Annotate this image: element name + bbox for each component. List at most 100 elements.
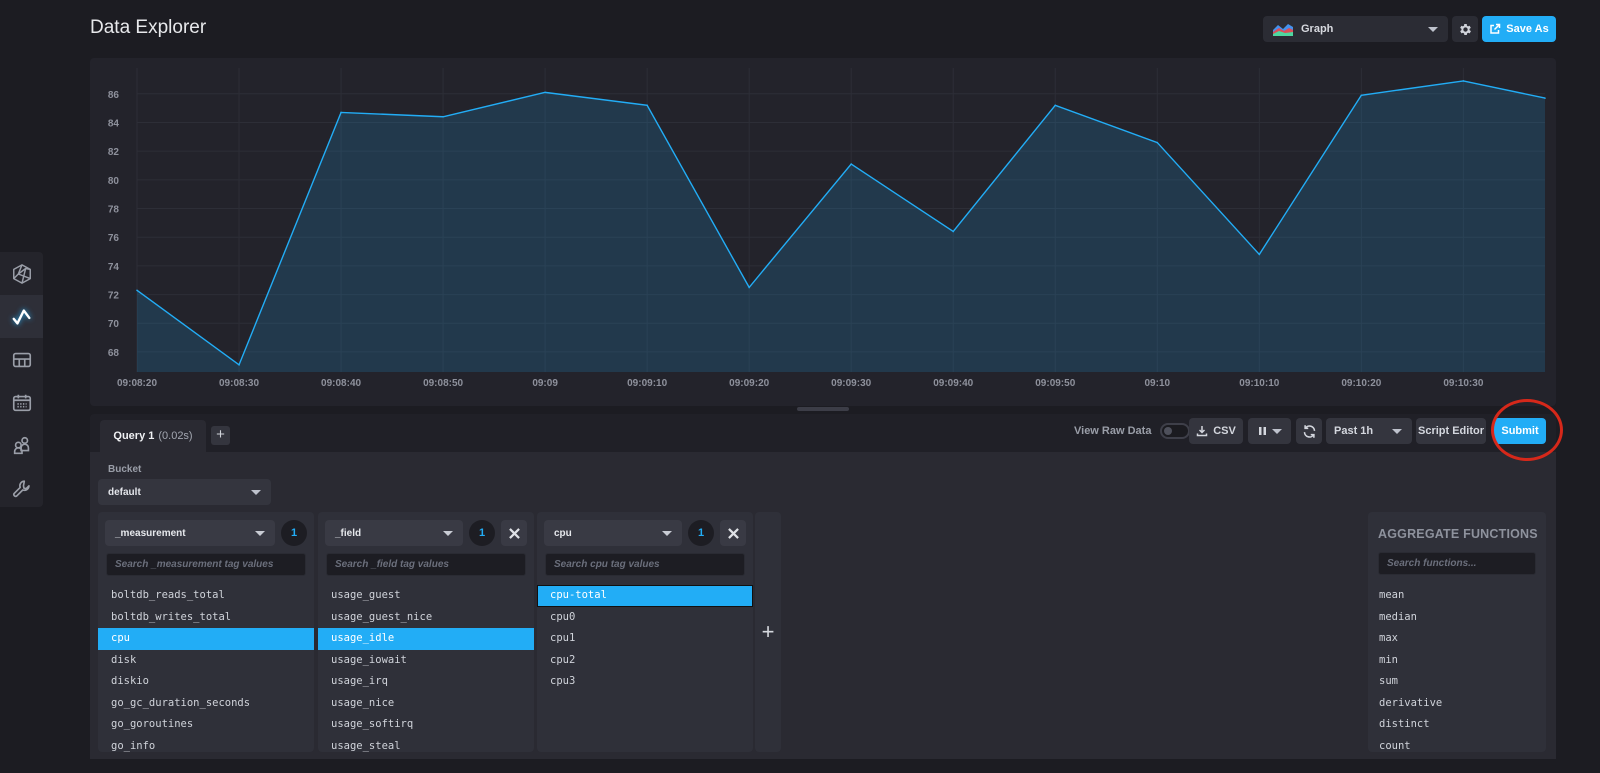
- bucket-dropdown[interactable]: default: [98, 479, 271, 505]
- tag-value-item[interactable]: cpu2: [537, 650, 753, 672]
- calendar-icon: [12, 394, 31, 411]
- tag-value-item[interactable]: cpu0: [537, 607, 753, 629]
- x-tick-label: 09:08:20: [117, 378, 157, 389]
- settings-gear-button[interactable]: [1452, 16, 1478, 42]
- chevron-down-icon: [1392, 428, 1402, 434]
- refresh-button[interactable]: [1296, 418, 1322, 444]
- tag-value-item[interactable]: usage_softirq: [318, 714, 534, 736]
- nav-item-dashboards[interactable]: [0, 338, 43, 381]
- tag-value-item[interactable]: go_gc_duration_seconds: [98, 693, 314, 715]
- data-point: [340, 111, 342, 114]
- builder-card-field: _field 1 usage_guestusage_guest_niceusag…: [318, 512, 534, 752]
- function-item[interactable]: derivative: [1368, 693, 1546, 715]
- bucket-value: default: [108, 486, 141, 498]
- visualization-type-value: Graph: [1301, 23, 1334, 35]
- add-query-button[interactable]: +: [211, 426, 230, 445]
- data-point: [1462, 80, 1465, 82]
- tag-values-list: usage_guest usage_guest_nice usage_idle usa…: [318, 585, 534, 752]
- data-point: [136, 289, 138, 292]
- tag-key-dropdown[interactable]: cpu: [544, 520, 682, 546]
- cubo-logo-icon: [12, 263, 31, 284]
- time-range-dropdown[interactable]: Past 1h: [1326, 418, 1412, 444]
- functions-search-input[interactable]: [1378, 552, 1536, 575]
- auto-refresh-dropdown[interactable]: [1248, 418, 1291, 444]
- pause-icon: [1258, 427, 1266, 435]
- tag-values-search-input[interactable]: [545, 553, 745, 576]
- panel-resize-handle[interactable]: [797, 407, 849, 411]
- add-filter-card-button[interactable]: +: [755, 512, 781, 752]
- tag-value-item[interactable]: usage_guest: [318, 585, 534, 607]
- tag-value-item[interactable]: cpu-total: [537, 585, 753, 607]
- tag-value-item[interactable]: go_info: [98, 736, 314, 753]
- function-item[interactable]: max: [1368, 628, 1546, 650]
- x-tick-label: 09:10: [1145, 378, 1171, 389]
- aggregate-functions-title: AGGREGATE FUNCTIONS: [1378, 527, 1538, 541]
- tag-key-dropdown[interactable]: _field: [325, 520, 463, 546]
- data-point: [646, 104, 648, 107]
- data-point: [1156, 141, 1159, 144]
- script-editor-button[interactable]: Script Editor: [1416, 418, 1486, 444]
- query-tab[interactable]: Query 1 (0.02s): [100, 420, 206, 452]
- y-tick-label: 86: [108, 90, 120, 101]
- graph-panel: 68 70 72 74 76 78 80 82 84 86 09:08:20 09:08:30 09:0…: [90, 58, 1556, 406]
- builder-card-cpu: cpu 1 cpu-totalcpu0cpu1cpu2cpu3: [537, 512, 753, 752]
- query-tab-name: Query 1: [113, 430, 155, 442]
- bucket-label: Bucket: [108, 464, 142, 475]
- save-as-label: Save As: [1506, 23, 1549, 35]
- nav-item-data-explorer[interactable]: [0, 295, 43, 338]
- function-item[interactable]: mean: [1368, 585, 1546, 607]
- data-point: [1360, 94, 1363, 97]
- function-item[interactable]: count: [1368, 736, 1546, 753]
- query-tab-time: (0.02s): [158, 430, 193, 442]
- function-item[interactable]: min: [1368, 650, 1546, 672]
- chevron-down-icon: [1428, 26, 1438, 32]
- tag-value-item[interactable]: usage_idle: [318, 628, 534, 650]
- tag-value-item[interactable]: usage_irq: [318, 671, 534, 693]
- tag-value-item[interactable]: cpu1: [537, 628, 753, 650]
- selected-count-badge: 1: [688, 520, 714, 546]
- function-item[interactable]: sum: [1368, 671, 1546, 693]
- function-item[interactable]: distinct: [1368, 714, 1546, 736]
- tag-value-item[interactable]: disk: [98, 650, 314, 672]
- line-graph[interactable]: 68 70 72 74 76 78 80 82 84 86 09:08:20 09:08:30 09:0…: [90, 58, 1556, 406]
- tag-value-item[interactable]: boltdb_writes_total: [98, 607, 314, 629]
- data-point: [850, 163, 853, 165]
- tag-value-item[interactable]: usage_nice: [318, 693, 534, 715]
- nav-item-organizations[interactable]: [0, 424, 43, 467]
- chevron-down-icon: [255, 530, 265, 536]
- tag-value-item[interactable]: usage_iowait: [318, 650, 534, 672]
- view-raw-data-toggle[interactable]: [1160, 423, 1191, 439]
- download-icon: [1196, 426, 1208, 437]
- visualization-type-dropdown[interactable]: Graph: [1263, 16, 1448, 42]
- remove-card-button[interactable]: [501, 520, 527, 546]
- x-tick-label: 09:08:50: [423, 378, 463, 389]
- tag-values-search-input[interactable]: [106, 553, 306, 576]
- tag-value-item[interactable]: go_goroutines: [98, 714, 314, 736]
- tag-values-list: cpu-total cpu0 cpu1 cpu2 cpu3: [537, 585, 753, 693]
- time-range-value: Past 1h: [1334, 425, 1374, 437]
- tag-value-item[interactable]: usage_steal: [318, 736, 534, 753]
- tag-value-item[interactable]: diskio: [98, 671, 314, 693]
- tag-value-item[interactable]: usage_guest_nice: [318, 607, 534, 629]
- save-as-button[interactable]: Save As: [1482, 16, 1556, 42]
- nav-item-home[interactable]: [0, 252, 43, 295]
- tag-value-item[interactable]: boltdb_reads_total: [98, 585, 314, 607]
- function-item[interactable]: median: [1368, 607, 1546, 629]
- nav-item-settings[interactable]: [0, 467, 43, 510]
- x-tick-label: 09:10:30: [1443, 378, 1483, 389]
- remove-card-button[interactable]: [720, 520, 746, 546]
- data-point: [544, 91, 546, 94]
- x-tick-label: 09:09:10: [627, 378, 667, 389]
- aggregate-functions-panel: AGGREGATE FUNCTIONS meanmedianmaxminsumd…: [1368, 512, 1546, 752]
- submit-button[interactable]: Submit: [1494, 418, 1546, 444]
- tag-value-item[interactable]: cpu: [98, 628, 314, 650]
- data-point: [1544, 97, 1546, 99]
- csv-download-button[interactable]: CSV: [1189, 418, 1243, 444]
- tag-values-search-input[interactable]: [326, 553, 526, 576]
- x-tick-label: 09:09:20: [729, 378, 769, 389]
- tag-key-dropdown[interactable]: _measurement: [105, 520, 275, 546]
- nav-item-tasks[interactable]: [0, 381, 43, 424]
- tag-value-item[interactable]: cpu3: [537, 671, 753, 693]
- y-tick-label: 76: [108, 233, 120, 244]
- x-tick-label: 09:09: [532, 378, 558, 389]
